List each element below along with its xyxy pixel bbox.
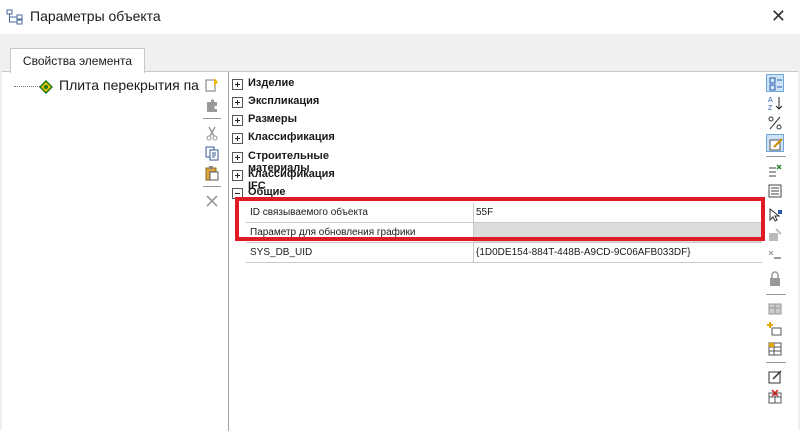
- list-icon[interactable]: [766, 182, 784, 200]
- delete-parameter-icon[interactable]: [766, 246, 784, 264]
- select-rows-icon[interactable]: [766, 162, 784, 180]
- panel-divider: [228, 72, 229, 431]
- parameter-icon[interactable]: [766, 114, 784, 132]
- right-toolbar: AZ: [762, 72, 792, 431]
- close-button[interactable]: ✕: [771, 6, 786, 26]
- toolbar-separator: [203, 186, 221, 187]
- toolbar-separator: [203, 118, 221, 119]
- expand-icon[interactable]: [232, 115, 243, 126]
- expand-icon[interactable]: [232, 133, 243, 144]
- toolbar-separator: [766, 294, 786, 295]
- tree-connector: [14, 86, 40, 87]
- element-node-icon: [39, 80, 53, 94]
- expand-icon[interactable]: [232, 79, 243, 90]
- delete-table-icon[interactable]: [766, 388, 784, 406]
- paste-icon[interactable]: [203, 164, 221, 182]
- svg-text:A: A: [768, 97, 773, 104]
- title-bar: Параметры объекта ✕: [0, 0, 800, 34]
- category-label: Изделие: [248, 77, 295, 89]
- property-value[interactable]: {1D0DE154-884T-448B-A9CD-9C06AFB033DF}: [476, 243, 766, 262]
- tab-element-properties[interactable]: Свойства элемента: [10, 48, 145, 73]
- edit-properties-icon[interactable]: [766, 134, 784, 152]
- table-gray-icon[interactable]: [766, 300, 784, 318]
- sort-by-category-icon[interactable]: [766, 74, 784, 92]
- tree-item-label: Плита перекрытия пар: [59, 77, 200, 93]
- toolbar-separator: [766, 156, 786, 157]
- expand-icon[interactable]: [232, 152, 243, 163]
- table-row: SYS_DB_UID {1D0DE154-884T-448B-A9CD-9C06…: [246, 243, 766, 263]
- left-toolbar: [200, 72, 224, 431]
- expand-icon[interactable]: [232, 97, 243, 108]
- add-element-icon[interactable]: [203, 76, 221, 94]
- category-label: Размеры: [248, 113, 298, 125]
- edit-form-icon[interactable]: [766, 368, 784, 386]
- category-label: Классификация: [248, 131, 335, 143]
- category-label: Экспликация: [248, 95, 320, 107]
- puzzle-icon[interactable]: [203, 96, 221, 114]
- delete-icon[interactable]: [203, 192, 221, 210]
- svg-text:Z: Z: [768, 105, 773, 112]
- sort-alphabetical-icon[interactable]: AZ: [766, 94, 784, 112]
- column-divider: [473, 243, 474, 262]
- lock-icon[interactable]: [766, 270, 784, 288]
- add-parameter-icon[interactable]: [766, 320, 784, 338]
- settings-disabled-icon[interactable]: [766, 226, 784, 244]
- hierarchy-icon: [6, 9, 23, 25]
- cursor-filter-icon[interactable]: [766, 206, 784, 224]
- cut-icon[interactable]: [203, 124, 221, 142]
- highlight-annotation: [235, 197, 765, 241]
- expand-icon[interactable]: [232, 170, 243, 181]
- window-title: Параметры объекта: [30, 8, 161, 24]
- tree-item-slab[interactable]: Плита перекрытия пар: [59, 77, 200, 93]
- copy-icon[interactable]: [203, 144, 221, 162]
- element-tree: Плита перекрытия пар: [4, 72, 200, 431]
- tab-panel: Плита перекрытия пар Изделие Экспликация…: [2, 71, 798, 431]
- property-name: SYS_DB_UID: [250, 247, 313, 258]
- toolbar-separator: [766, 362, 786, 363]
- parameter-table-icon[interactable]: [766, 340, 784, 358]
